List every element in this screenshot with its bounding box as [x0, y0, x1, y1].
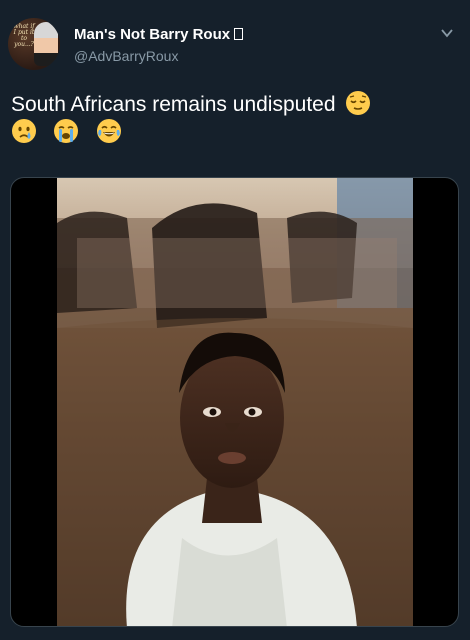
relieved-face-icon — [346, 91, 371, 115]
video-frame[interactable] — [57, 178, 413, 627]
avatar-portrait — [34, 22, 58, 66]
author-handle[interactable]: @AdvBarryRoux — [74, 48, 178, 64]
tweet-media[interactable] — [10, 177, 459, 627]
chevron-down-icon[interactable] — [440, 26, 454, 40]
tweet-body: South Africans remains undisputed — [11, 90, 459, 120]
loudly-crying-face-icon — [54, 119, 79, 143]
face-with-tears-of-joy-icon — [96, 119, 121, 143]
tweet-card[interactable]: what if I put it to you...? Man's Not Ba… — [0, 0, 470, 640]
avatar-caption: what if I put it to you...? — [13, 23, 35, 48]
avatar[interactable]: what if I put it to you...? — [8, 18, 60, 70]
tweet-text: South Africans remains undisputed — [11, 93, 336, 116]
unknown-glyph-icon — [234, 28, 244, 40]
tweet-header: what if I put it to you...? Man's Not Ba… — [0, 0, 470, 80]
author-display-name[interactable]: Man's Not Barry Roux — [74, 26, 244, 43]
crying-face-icon — [12, 119, 36, 143]
emoji-row — [11, 118, 134, 148]
